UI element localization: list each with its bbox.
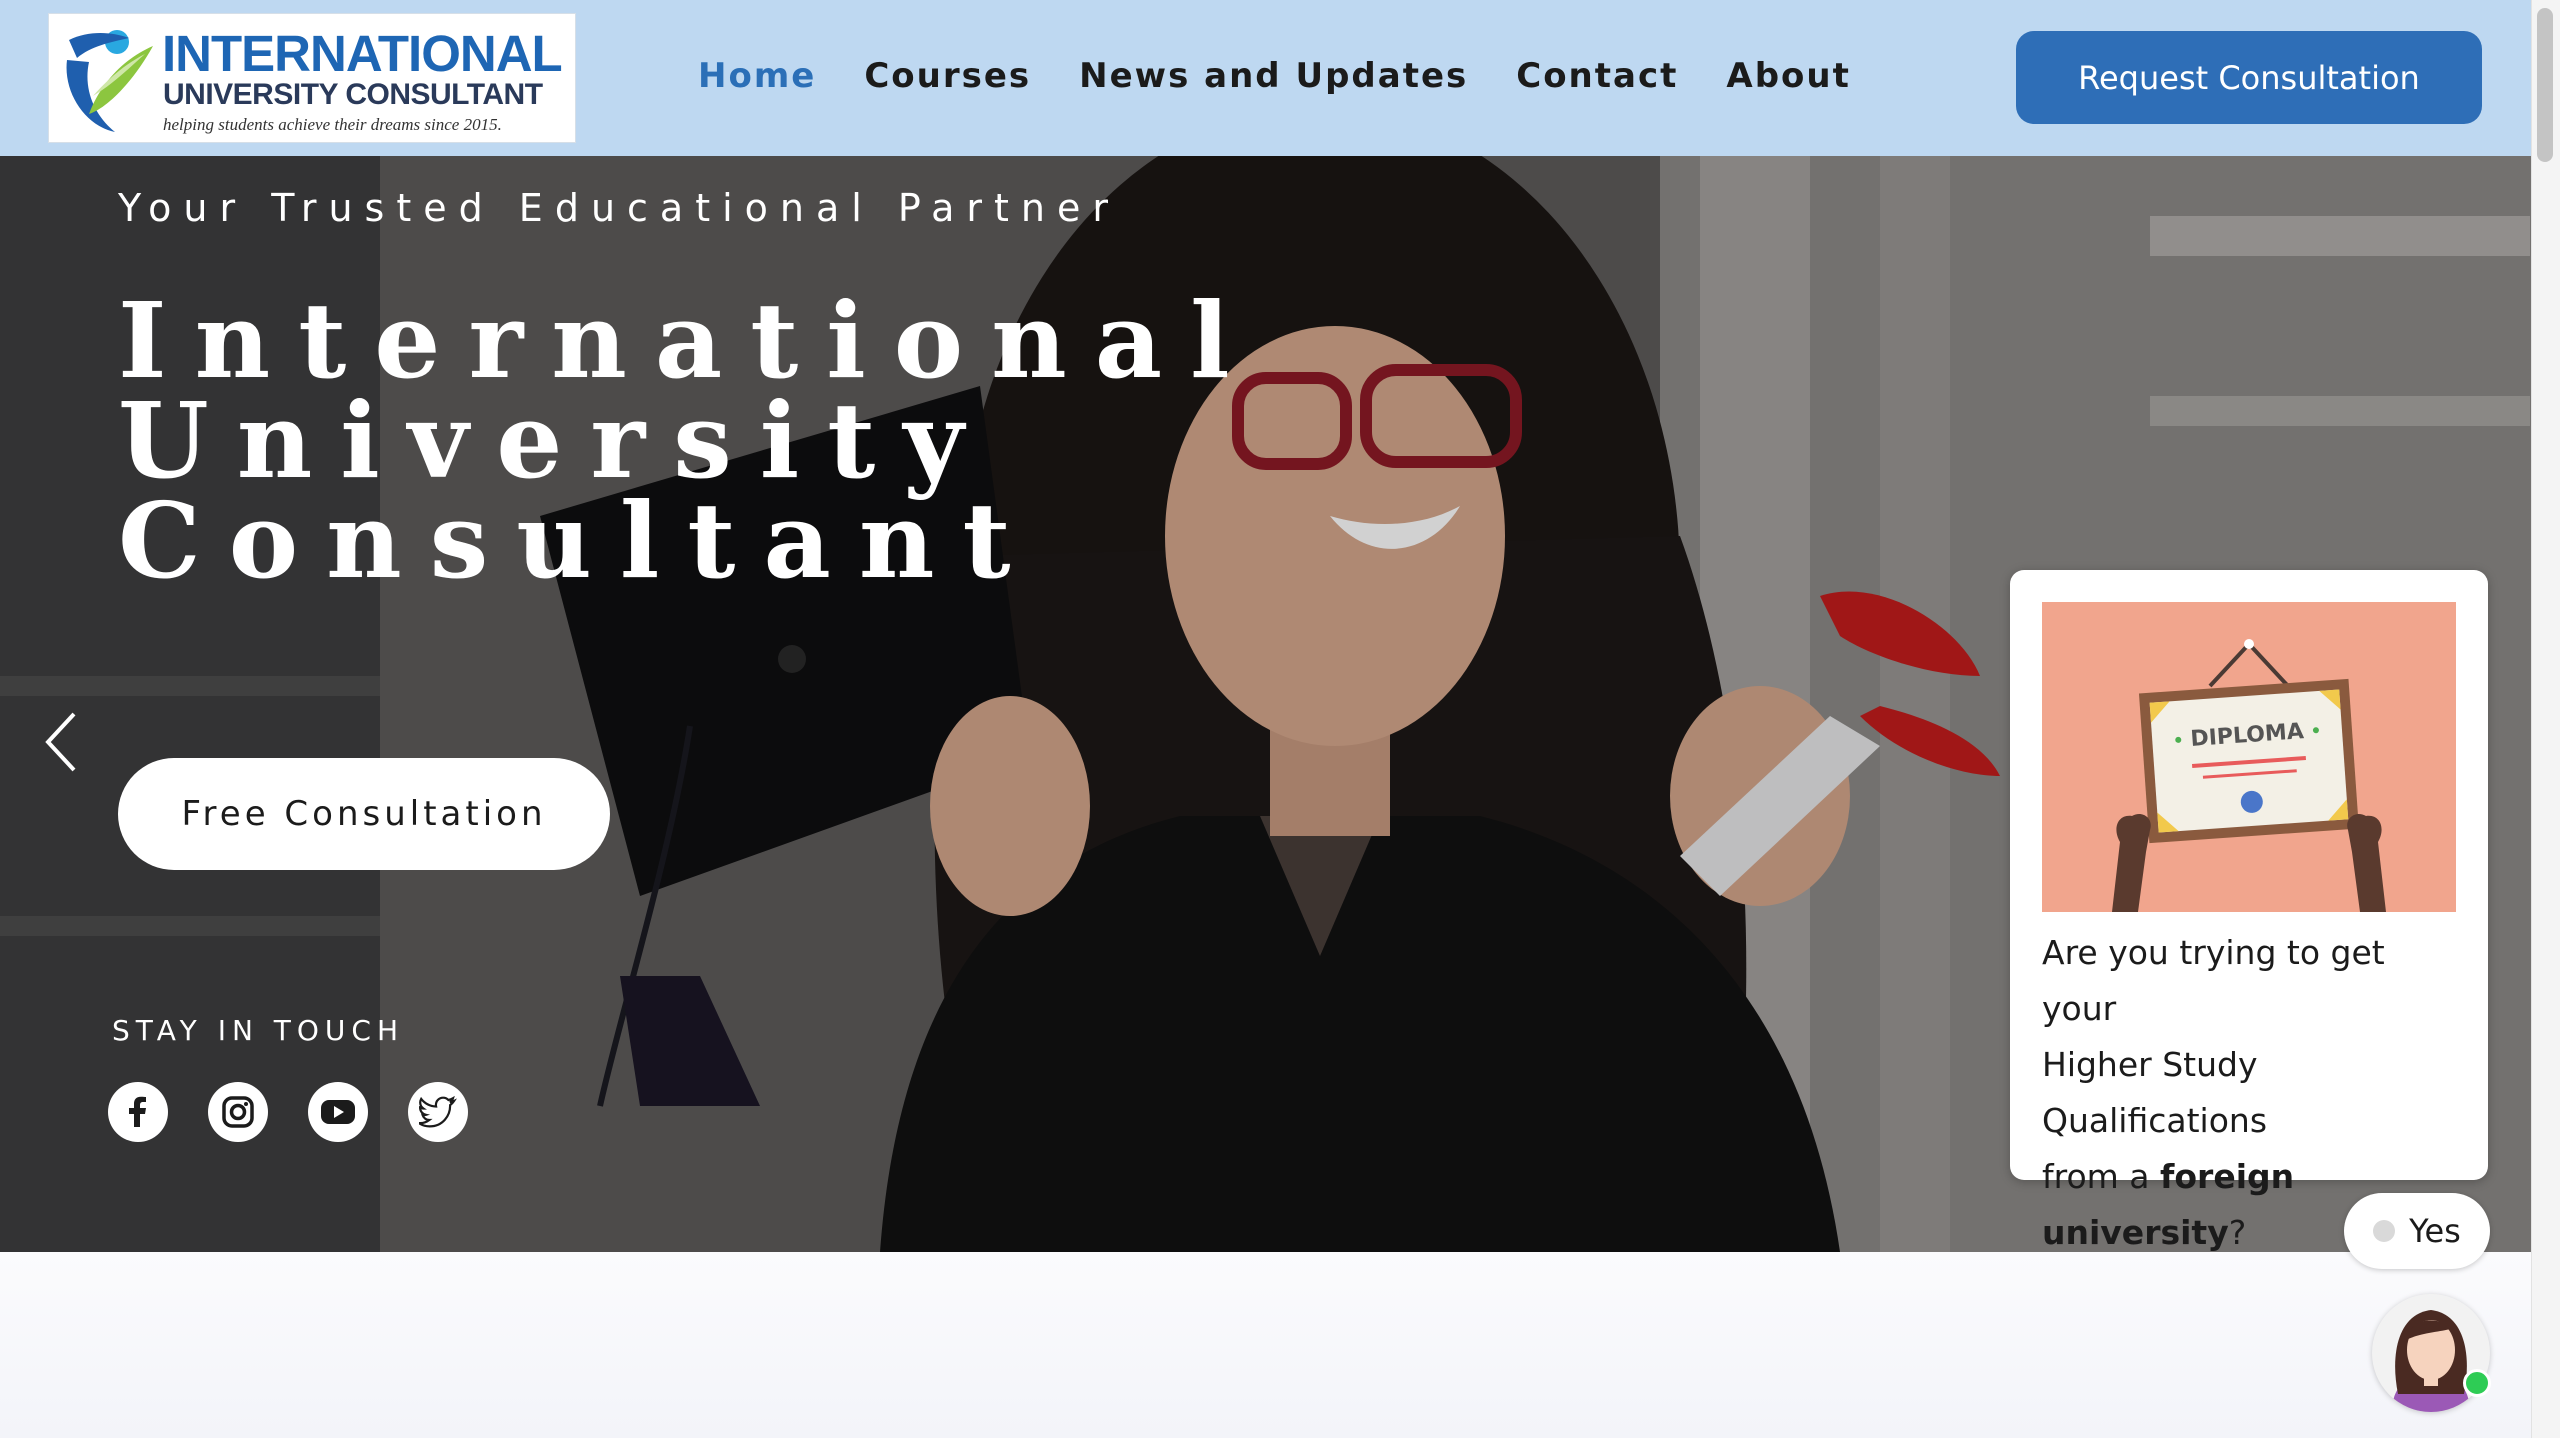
youtube-icon[interactable] bbox=[308, 1082, 368, 1142]
chat-message-line: Are you trying to get your bbox=[2042, 933, 2385, 1028]
main-nav: Home Courses News and Updates Contact Ab… bbox=[698, 50, 1851, 102]
free-consultation-button[interactable]: Free Consultation bbox=[118, 758, 610, 870]
nav-item-home[interactable]: Home bbox=[698, 50, 816, 102]
hero-title-line: International bbox=[118, 279, 1258, 402]
chat-reply-label: Yes bbox=[2409, 1212, 2461, 1250]
logo-tagline: helping students achieve their dreams si… bbox=[163, 115, 502, 134]
instagram-icon[interactable] bbox=[208, 1082, 268, 1142]
chat-message-card: DIPLOMA Are you trying to get your Highe… bbox=[2010, 570, 2488, 1252]
site-header: INTERNATIONAL UNIVERSITY CONSULTANT help… bbox=[0, 0, 2531, 156]
hero-title-line: Consultant bbox=[118, 479, 1039, 602]
chat-message-end: ? bbox=[2228, 1213, 2247, 1252]
nav-item-contact[interactable]: Contact bbox=[1516, 50, 1678, 102]
chat-message-emphasis: university bbox=[2042, 1213, 2229, 1252]
scrollbar-thumb[interactable] bbox=[2537, 8, 2553, 162]
hero-title: International University Consultant bbox=[118, 279, 1258, 602]
radio-dot-icon bbox=[2373, 1220, 2396, 1242]
online-status-indicator bbox=[2463, 1369, 2491, 1397]
scrollbar-track[interactable] bbox=[2531, 0, 2560, 1438]
hero-title-line: University bbox=[118, 379, 992, 502]
chat-message-line: from a bbox=[2042, 1157, 2150, 1196]
request-consultation-button[interactable]: Request Consultation bbox=[2016, 31, 2482, 124]
nav-item-about[interactable]: About bbox=[1726, 50, 1850, 102]
content-section-start bbox=[0, 1252, 2531, 1438]
twitter-icon[interactable] bbox=[408, 1082, 468, 1142]
hero-tagline: Your Trusted Educational Partner bbox=[118, 186, 1121, 230]
stay-in-touch-label: STAY IN TOUCH bbox=[112, 1014, 405, 1047]
logo-mark-icon bbox=[66, 30, 153, 132]
carousel-prev-icon[interactable] bbox=[36, 706, 84, 778]
chat-message-emphasis: foreign bbox=[2160, 1157, 2295, 1196]
social-links bbox=[108, 1082, 468, 1142]
diploma-illustration: DIPLOMA bbox=[2042, 602, 2456, 912]
chat-message-line: Higher Study Qualifications bbox=[2042, 1045, 2268, 1140]
logo-title: INTERNATIONAL bbox=[162, 25, 563, 82]
chat-reply-yes-button[interactable]: Yes bbox=[2344, 1193, 2490, 1269]
site-logo[interactable]: INTERNATIONAL UNIVERSITY CONSULTANT help… bbox=[48, 13, 576, 143]
logo-subtitle: UNIVERSITY CONSULTANT bbox=[163, 78, 543, 111]
nav-item-courses[interactable]: Courses bbox=[864, 50, 1031, 102]
facebook-icon[interactable] bbox=[108, 1082, 168, 1142]
nav-item-news[interactable]: News and Updates bbox=[1079, 50, 1468, 102]
